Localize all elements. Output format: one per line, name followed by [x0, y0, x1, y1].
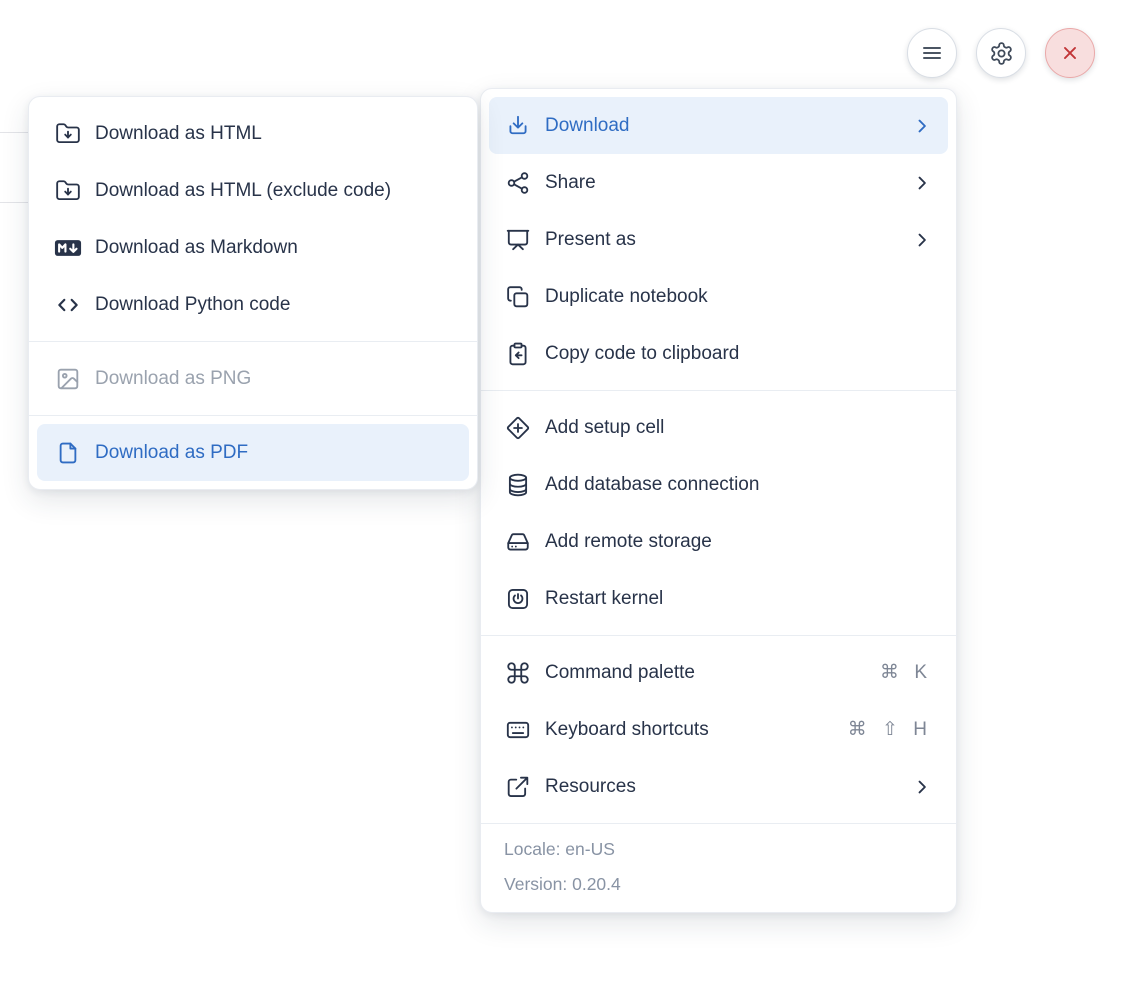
folder-download-icon — [54, 177, 82, 205]
database-icon — [504, 471, 532, 499]
command-icon — [504, 659, 532, 687]
submenu-item-label: Download as PNG — [95, 367, 252, 389]
menu-group: Download Share Present as Duplicate note… — [481, 89, 956, 390]
menu-item-present-as[interactable]: Present as — [489, 211, 948, 268]
version-info: Version: 0.20.4 — [504, 874, 621, 894]
chevron-right-icon — [912, 173, 932, 193]
shutdown-button[interactable] — [1045, 28, 1095, 78]
file-icon — [54, 439, 82, 467]
menu-item-label: Present as — [545, 228, 636, 250]
hamburger-icon — [920, 41, 944, 65]
folder-download-icon — [54, 120, 82, 148]
submenu-item-download-python[interactable]: Download Python code — [37, 276, 469, 333]
notebook-actions-menu: Download Share Present as Duplicate note… — [480, 88, 957, 913]
presentation-icon — [504, 226, 532, 254]
submenu-item-label: Download as HTML — [95, 122, 262, 144]
submenu-group: Download as PNG — [29, 341, 477, 415]
chevron-right-icon — [912, 777, 932, 797]
menu-item-label: Copy code to clipboard — [545, 342, 740, 364]
chevron-right-icon — [912, 230, 932, 250]
menu-item-label: Add setup cell — [545, 416, 665, 438]
submenu-item-download-png[interactable]: Download as PNG — [37, 350, 469, 407]
menu-footer: Locale: en-US Version: 0.20.4 — [481, 823, 956, 912]
floating-toolbar — [907, 28, 1095, 78]
code-icon — [54, 291, 82, 319]
menu-group: Command palette ⌘ K Keyboard shortcuts ⌘… — [481, 635, 956, 823]
menu-item-label: Duplicate notebook — [545, 285, 708, 307]
menu-item-add-remote-storage[interactable]: Add remote storage — [489, 513, 948, 570]
submenu-item-download-markdown[interactable]: Download as Markdown — [37, 219, 469, 276]
menu-item-label: Add remote storage — [545, 530, 712, 552]
gear-icon — [989, 41, 1014, 66]
submenu-group: Download as PDF — [29, 415, 477, 489]
menu-item-share[interactable]: Share — [489, 154, 948, 211]
external-link-icon — [504, 773, 532, 801]
download-icon — [504, 112, 532, 140]
menu-item-label: Restart kernel — [545, 587, 664, 609]
submenu-item-label: Download Python code — [95, 293, 291, 315]
hard-drive-icon — [504, 528, 532, 556]
menu-item-keyboard-shortcuts[interactable]: Keyboard shortcuts ⌘ ⇧ H — [489, 701, 948, 758]
background-cell-border — [0, 132, 29, 133]
menu-item-label: Keyboard shortcuts — [545, 718, 709, 740]
close-icon — [1059, 42, 1081, 64]
settings-button[interactable] — [976, 28, 1026, 78]
image-icon — [54, 365, 82, 393]
diamond-plus-icon — [504, 414, 532, 442]
download-submenu: Download as HTML Download as HTML (exclu… — [28, 96, 478, 490]
power-square-icon — [504, 585, 532, 613]
menu-item-label: Download — [545, 114, 630, 136]
submenu-item-download-html-exclude-code[interactable]: Download as HTML (exclude code) — [37, 162, 469, 219]
menu-item-duplicate-notebook[interactable]: Duplicate notebook — [489, 268, 948, 325]
menu-group: Add setup cell Add database connection A… — [481, 390, 956, 635]
menu-item-resources[interactable]: Resources — [489, 758, 948, 815]
shortcut-hint: ⌘ ⇧ H — [847, 719, 932, 740]
submenu-group: Download as HTML Download as HTML (exclu… — [29, 97, 477, 341]
keyboard-icon — [504, 716, 532, 744]
app-canvas: Download Share Present as Duplicate note… — [0, 0, 1130, 986]
menu-item-add-database-connection[interactable]: Add database connection — [489, 456, 948, 513]
menu-item-label: Command palette — [545, 661, 695, 683]
menu-item-download[interactable]: Download — [489, 97, 948, 154]
duplicate-icon — [504, 283, 532, 311]
submenu-item-download-html[interactable]: Download as HTML — [37, 105, 469, 162]
chevron-right-icon — [912, 116, 932, 136]
menu-item-add-setup-cell[interactable]: Add setup cell — [489, 399, 948, 456]
menu-item-command-palette[interactable]: Command palette ⌘ K — [489, 644, 948, 701]
submenu-item-download-pdf[interactable]: Download as PDF — [37, 424, 469, 481]
notebook-menu-button[interactable] — [907, 28, 957, 78]
menu-item-copy-code[interactable]: Copy code to clipboard — [489, 325, 948, 382]
menu-item-label: Share — [545, 171, 596, 193]
clipboard-copy-icon — [504, 340, 532, 368]
share-icon — [504, 169, 532, 197]
submenu-item-label: Download as HTML (exclude code) — [95, 179, 392, 201]
background-cell-border — [0, 202, 29, 203]
shortcut-hint: ⌘ K — [880, 662, 932, 683]
menu-item-label: Resources — [545, 775, 636, 797]
submenu-item-label: Download as PDF — [95, 441, 249, 463]
markdown-icon — [54, 234, 82, 262]
locale-info: Locale: en-US — [504, 839, 615, 859]
menu-item-label: Add database connection — [545, 473, 760, 495]
menu-item-restart-kernel[interactable]: Restart kernel — [489, 570, 948, 627]
submenu-item-label: Download as Markdown — [95, 236, 298, 258]
